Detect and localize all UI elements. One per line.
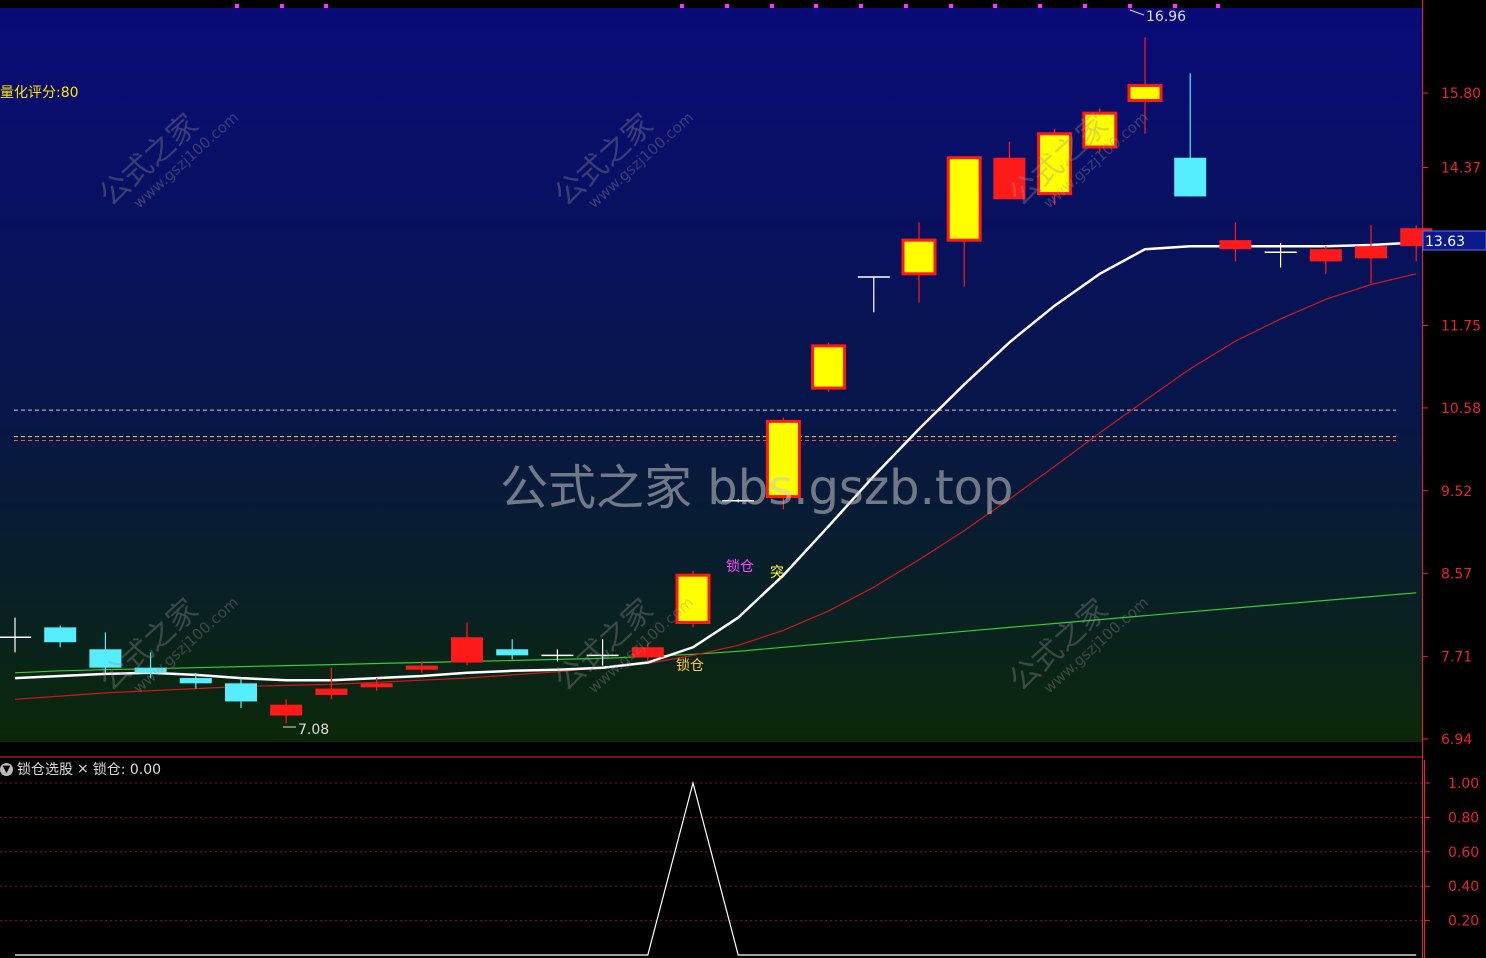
candle-down-cyan [134,667,167,673]
top-strip [0,0,1422,8]
sub-tick-label: 0.20 [1448,914,1479,930]
top-marker-dot [859,4,863,8]
top-marker-dot [993,4,997,8]
high-price-label: 16.96 [1146,9,1186,25]
price-tick-label: 10.58 [1441,401,1481,417]
price-axis-ticks: 15.8014.3713.0611.7510.589.528.577.716.9… [1422,86,1481,748]
top-marker-dot [949,4,953,8]
candle-down-cyan [44,627,77,643]
top-marker-dot [235,4,239,8]
top-marker-dot [1038,4,1042,8]
sub-indicator-lines [15,780,1417,956]
lock-indicator-line [15,780,1417,956]
candle-down [993,157,1026,200]
candle-down [360,683,393,688]
top-marker-dot [770,4,774,8]
price-panel-background [0,8,1422,742]
candle-down [1355,246,1387,259]
candle-down [1309,249,1342,262]
top-marker-dot [1173,4,1177,8]
top-marker-dot [680,4,684,8]
lock-signal-label: 锁仓 [726,559,754,575]
candle-up [675,573,711,624]
top-marker-dot [1083,4,1087,8]
candle-down [270,704,303,716]
candle-up [1082,111,1118,149]
candle-down [405,665,438,670]
candle-down-cyan [496,649,529,656]
quant-score-label: 量化评分:80 [0,85,79,101]
candle-up [1127,84,1163,102]
top-marker-dot [324,4,328,8]
top-marker-dot [1128,4,1132,8]
candle-up [765,419,801,499]
candle-down [315,688,348,695]
candle-up [901,238,937,276]
candle-up [811,344,847,390]
price-tick-label: 9.52 [1441,484,1472,500]
current-price-box: 13.63 [1422,230,1486,251]
sub-panel-value: 锁仓: 0.00 [92,762,162,778]
top-marker-dot [1216,4,1220,8]
candle-down-cyan [89,649,122,668]
price-tick-label: 11.75 [1441,319,1481,335]
candle-up [946,156,982,242]
price-tick-label: 14.37 [1441,160,1481,176]
panel-options-icon[interactable]: ▼ [0,762,13,776]
price-tick-label: 8.57 [1441,566,1472,582]
sub-panel-close-icon[interactable]: × [77,761,89,777]
price-tick-label: 6.94 [1441,732,1472,748]
candle-down [451,637,483,663]
current-price-label: 13.63 [1425,234,1465,250]
candle-down-cyan [1174,157,1207,197]
candle-down-cyan [225,683,257,702]
breakout-signal-label: 突 [770,565,784,581]
top-marker-dot [725,4,729,8]
stock-chart: 15.8014.3713.0611.7510.589.528.577.716.9… [0,0,1486,958]
sub-tick-label: 0.40 [1448,879,1479,895]
low-price-label: 7.08 [298,722,329,738]
candle-down [1219,240,1252,250]
top-marker-dot [904,4,908,8]
sub-axis-ticks: 1.00 0.80 0.60 0.40 0.20 [1424,776,1479,930]
top-marker-dot [814,4,818,8]
sub-panel-title: 锁仓选股 [17,762,73,778]
top-marker-dot [280,4,284,8]
candle-down [631,647,664,658]
price-tick-label: 7.71 [1441,649,1472,665]
sub-tick-label: 0.80 [1448,810,1479,826]
candle-up [1037,132,1073,196]
sub-panel-header: ▼ 锁仓选股 × 锁仓: 0.00 [0,759,161,779]
candle-down-cyan [179,678,212,684]
price-tick-label: 15.80 [1441,86,1481,102]
sub-tick-label: 1.00 [1448,776,1479,792]
lock-signal-label-2: 锁仓 [676,658,704,674]
sub-tick-label: 0.60 [1448,845,1479,861]
